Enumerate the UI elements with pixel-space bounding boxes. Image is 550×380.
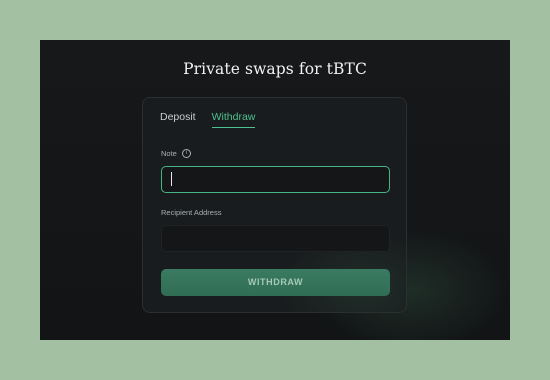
tab-bar: Deposit Withdraw [160,111,256,128]
app-window: Private swaps for tBTC Deposit Withdraw … [40,40,510,340]
note-input[interactable] [161,166,390,193]
note-label-row: Note i [161,149,191,158]
recipient-address-input[interactable] [161,225,390,252]
note-label: Note [161,149,177,158]
withdraw-card: Deposit Withdraw Note i Recipient Addres… [142,97,407,313]
withdraw-button[interactable]: WITHDRAW [161,269,390,296]
tab-deposit[interactable]: Deposit [160,111,196,128]
page-title: Private swaps for tBTC [183,60,367,78]
tab-withdraw[interactable]: Withdraw [211,111,256,128]
text-caret [171,172,172,186]
recipient-label: Recipient Address [161,208,222,217]
info-icon[interactable]: i [181,149,191,158]
